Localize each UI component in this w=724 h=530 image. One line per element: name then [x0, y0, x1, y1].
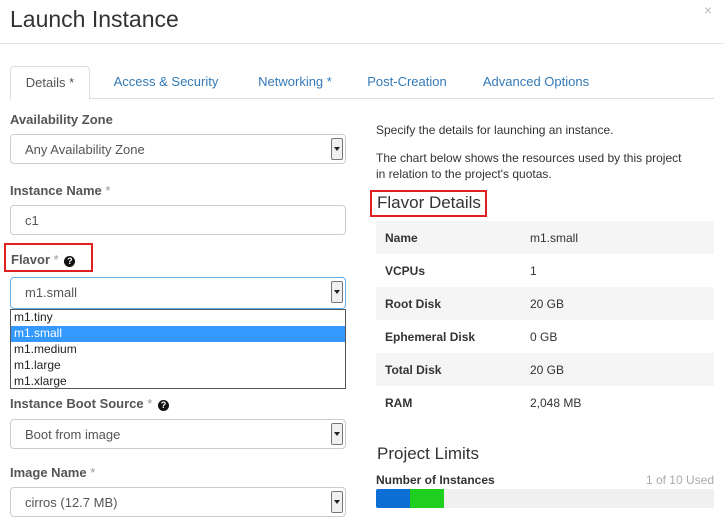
row-value: 1	[530, 263, 537, 278]
availability-zone-value: Any Availability Zone	[25, 142, 145, 157]
tab-access-security[interactable]: Access & Security	[98, 66, 234, 99]
row-name: VCPUs	[385, 263, 426, 278]
instance-name-input[interactable]: c1	[10, 205, 346, 235]
modal-title: Launch Instance	[10, 6, 179, 32]
flavor-label-text: Flavor	[11, 252, 51, 267]
table-row: Total Disk 20 GB	[376, 353, 714, 386]
tab-details[interactable]: Details *	[10, 66, 90, 100]
instance-name-label-text: Instance Name	[10, 183, 102, 198]
row-name: Ephemeral Disk	[385, 329, 476, 344]
chevron-down-icon[interactable]	[331, 423, 343, 445]
chevron-down-icon[interactable]	[331, 138, 343, 160]
row-name: Name	[385, 230, 418, 245]
image-name-value: cirros (12.7 MB)	[25, 495, 118, 510]
help-text-3: in relation to the project's quotas.	[376, 167, 552, 181]
boot-source-value: Boot from image	[25, 427, 121, 442]
help-text-1: Specify the details for launching an ins…	[376, 123, 614, 137]
flavor-option[interactable]: m1.tiny	[11, 310, 345, 326]
flavor-option[interactable]: m1.xlarge	[11, 374, 345, 390]
help-text-2: The chart below shows the resources used…	[376, 151, 682, 165]
flavor-details-table: Name m1.small VCPUs 1 Root Disk 20 GB Ep…	[376, 221, 714, 419]
instances-used-segment	[376, 489, 410, 508]
flavor-option-selected[interactable]: m1.small	[11, 326, 345, 342]
instance-name-value: c1	[25, 213, 39, 228]
question-circle-icon[interactable]: ?	[157, 400, 169, 411]
tab-advanced-options[interactable]: Advanced Options	[476, 66, 596, 99]
required-marker: *	[147, 396, 153, 411]
boot-source-label: Instance Boot Source * ?	[10, 396, 169, 411]
required-marker: *	[105, 183, 111, 198]
flavor-label: Flavor * ?	[11, 252, 76, 267]
row-name: Root Disk	[385, 296, 442, 311]
instances-limit-label: Number of Instances	[376, 473, 495, 487]
tab-post-creation[interactable]: Post-Creation	[360, 66, 454, 99]
instances-progress-bar	[376, 489, 714, 508]
required-marker: *	[53, 252, 59, 267]
row-value: 20 GB	[530, 362, 565, 377]
image-name-label: Image Name *	[10, 465, 95, 480]
required-marker: *	[90, 465, 96, 480]
row-value: 2,048 MB	[530, 395, 582, 410]
table-row: Ephemeral Disk 0 GB	[376, 320, 714, 353]
image-name-label-text: Image Name	[10, 465, 87, 480]
row-name: Total Disk	[385, 362, 442, 377]
close-icon[interactable]: ×	[704, 2, 712, 18]
chevron-down-icon[interactable]	[331, 491, 343, 513]
instances-new-segment	[409, 489, 444, 508]
availability-zone-label: Availability Zone	[10, 112, 113, 127]
flavor-option[interactable]: m1.medium	[11, 342, 345, 358]
table-row: VCPUs 1	[376, 254, 714, 287]
flavor-select[interactable]: m1.small	[10, 277, 346, 309]
instances-limit-used: 1 of 10 Used	[645, 473, 714, 487]
project-limits-title: Project Limits	[377, 444, 480, 463]
boot-source-select[interactable]: Boot from image	[10, 419, 346, 449]
table-row: Name m1.small	[376, 221, 714, 254]
table-row: Root Disk 20 GB	[376, 287, 714, 320]
row-name: RAM	[385, 395, 413, 410]
flavor-option[interactable]: m1.large	[11, 358, 345, 374]
availability-zone-select[interactable]: Any Availability Zone	[10, 134, 346, 164]
question-circle-icon[interactable]: ?	[64, 256, 76, 267]
tab-networking[interactable]: Networking *	[250, 66, 340, 99]
flavor-dropdown-list: m1.tiny m1.small m1.medium m1.large m1.x…	[10, 309, 346, 389]
table-row: RAM 2,048 MB	[376, 386, 714, 419]
flavor-value: m1.small	[25, 285, 78, 300]
row-value: 20 GB	[530, 296, 565, 311]
image-name-select[interactable]: cirros (12.7 MB)	[10, 487, 346, 517]
chevron-down-icon[interactable]	[331, 281, 343, 303]
tab-bar: Details * Access & Security Networking *…	[10, 66, 714, 100]
row-value: 0 GB	[530, 329, 558, 344]
boot-source-label-text: Instance Boot Source	[10, 396, 144, 411]
row-value: m1.small	[530, 230, 579, 245]
modal-header: Launch Instance ×	[0, 0, 724, 44]
instance-name-label: Instance Name *	[10, 183, 110, 198]
flavor-details-title: Flavor Details	[377, 193, 481, 212]
